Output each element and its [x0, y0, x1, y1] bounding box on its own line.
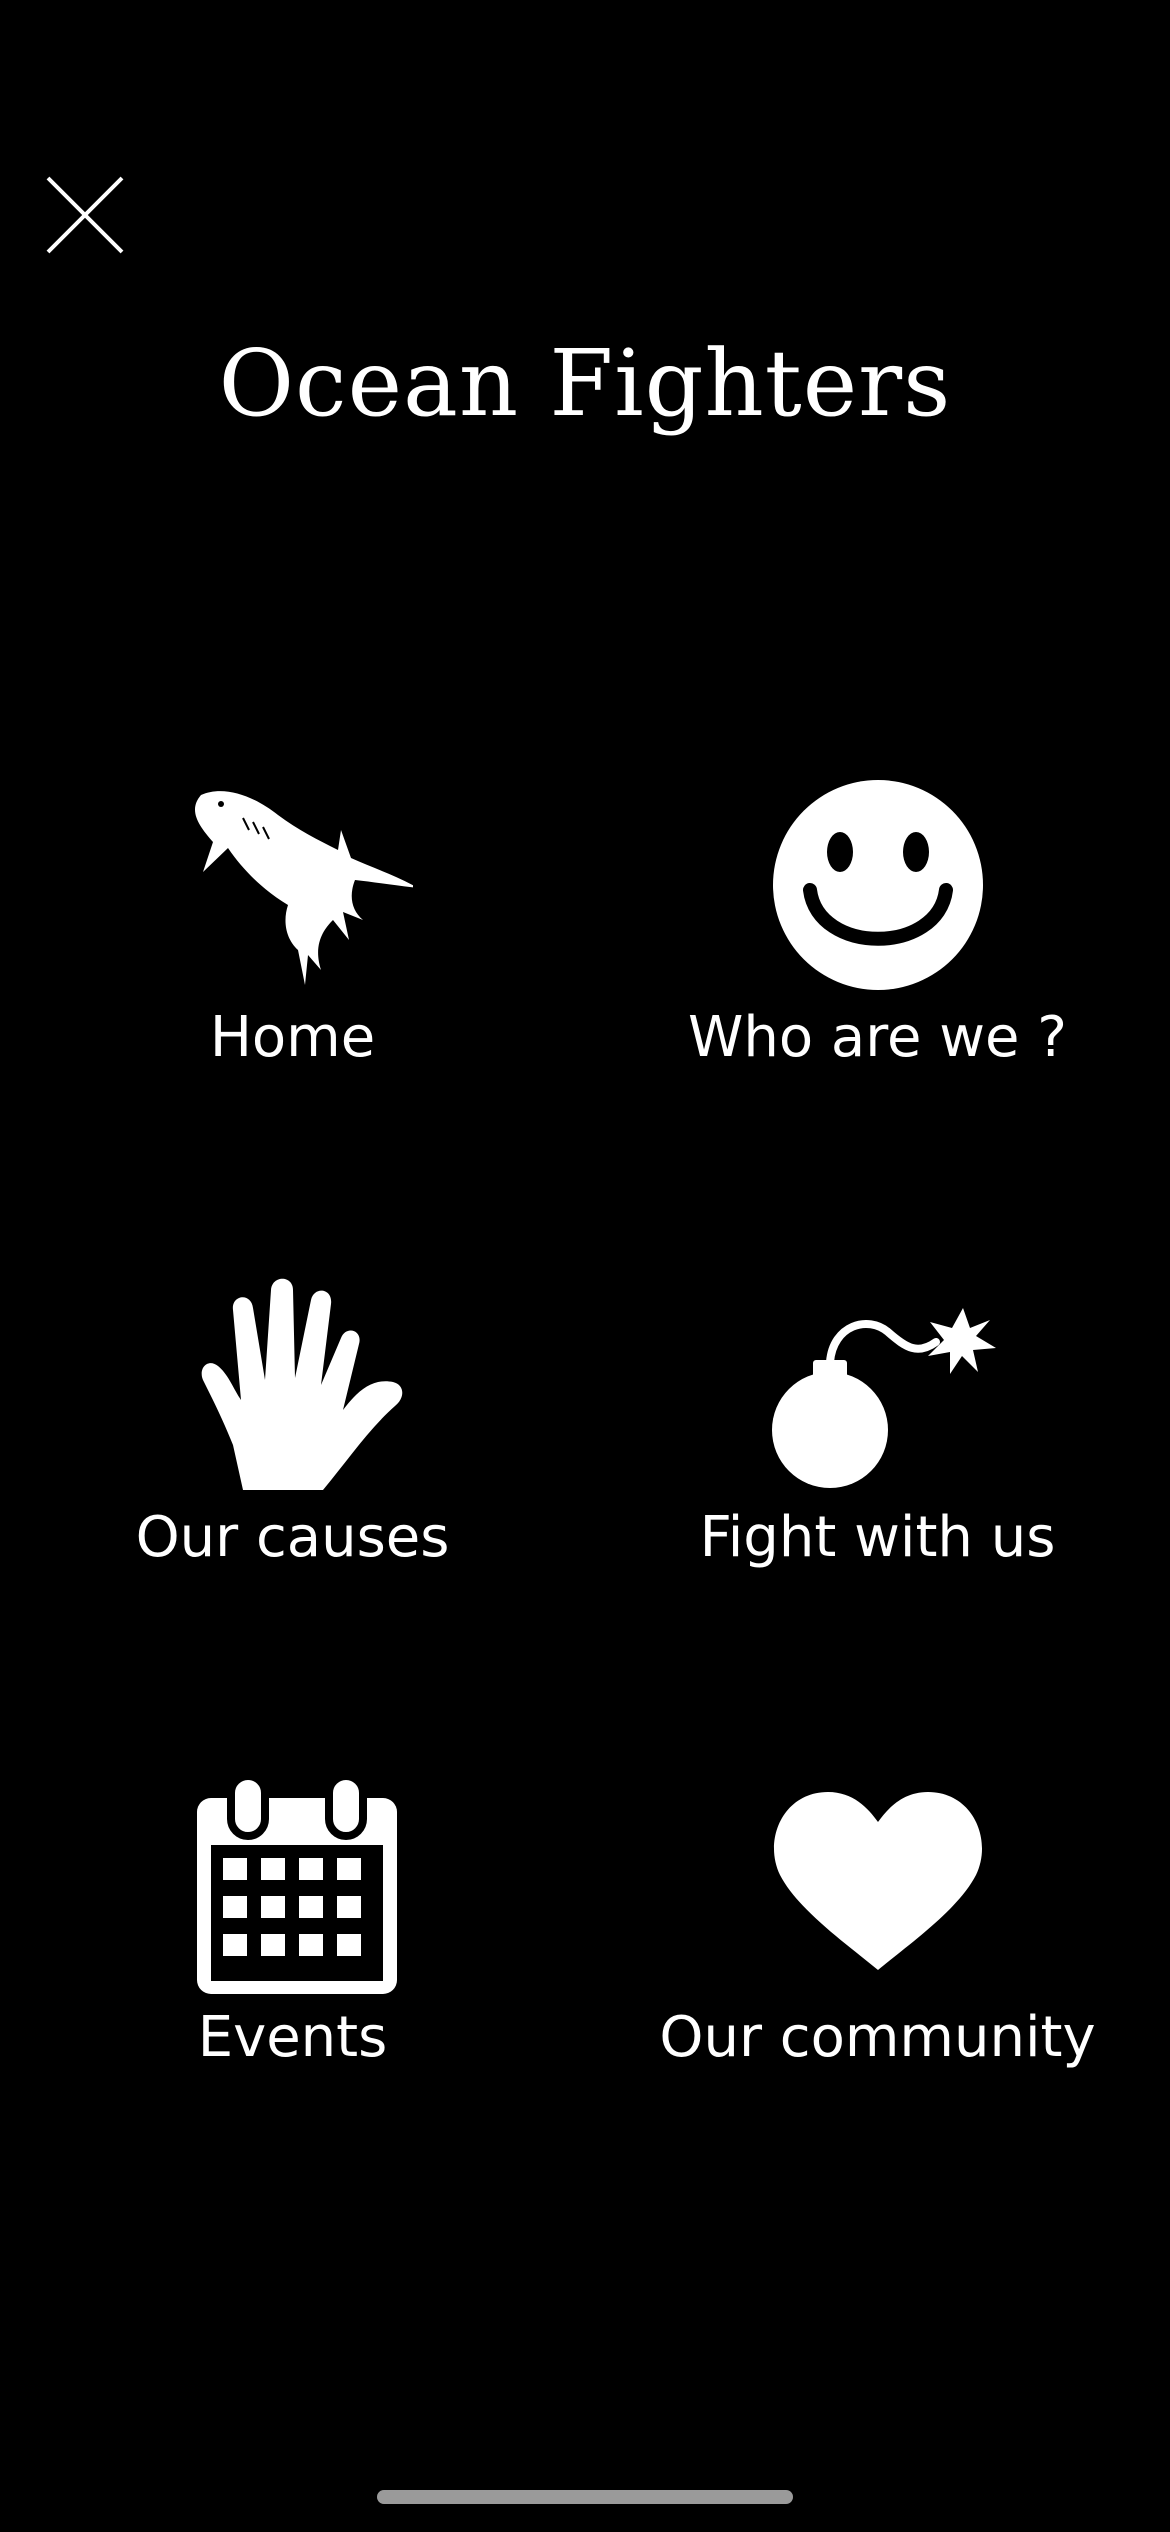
menu-label-events: Events: [197, 2005, 388, 2070]
calendar-icon: [173, 1770, 413, 2000]
menu-item-home[interactable]: Home: [0, 760, 585, 1220]
hand-icon: [173, 1270, 413, 1500]
home-indicator[interactable]: [377, 2490, 793, 2504]
smiley-icon: [758, 770, 998, 1000]
heart-icon: [758, 1770, 998, 2000]
menu-label-who-are-we: Who are we ?: [687, 1005, 1068, 1070]
close-icon: [46, 176, 124, 254]
menu-grid: Home Who are we ? Our causes Fight with …: [0, 760, 1170, 2120]
app-title: Ocean Fighters: [218, 330, 952, 437]
menu-label-our-causes: Our causes: [135, 1505, 450, 1570]
shark-icon: [173, 770, 413, 1000]
menu-item-our-causes[interactable]: Our causes: [0, 1260, 585, 1720]
menu-item-who-are-we[interactable]: Who are we ?: [585, 760, 1170, 1220]
menu-item-our-community[interactable]: Our community: [585, 1760, 1170, 2220]
menu-item-fight-with-us[interactable]: Fight with us: [585, 1260, 1170, 1720]
menu-item-events[interactable]: Events: [0, 1760, 585, 2220]
menu-label-fight-with-us: Fight with us: [699, 1505, 1056, 1570]
close-button[interactable]: [40, 170, 130, 260]
bomb-icon: [758, 1270, 998, 1500]
menu-label-home: Home: [209, 1005, 376, 1070]
menu-label-our-community: Our community: [659, 2005, 1096, 2070]
